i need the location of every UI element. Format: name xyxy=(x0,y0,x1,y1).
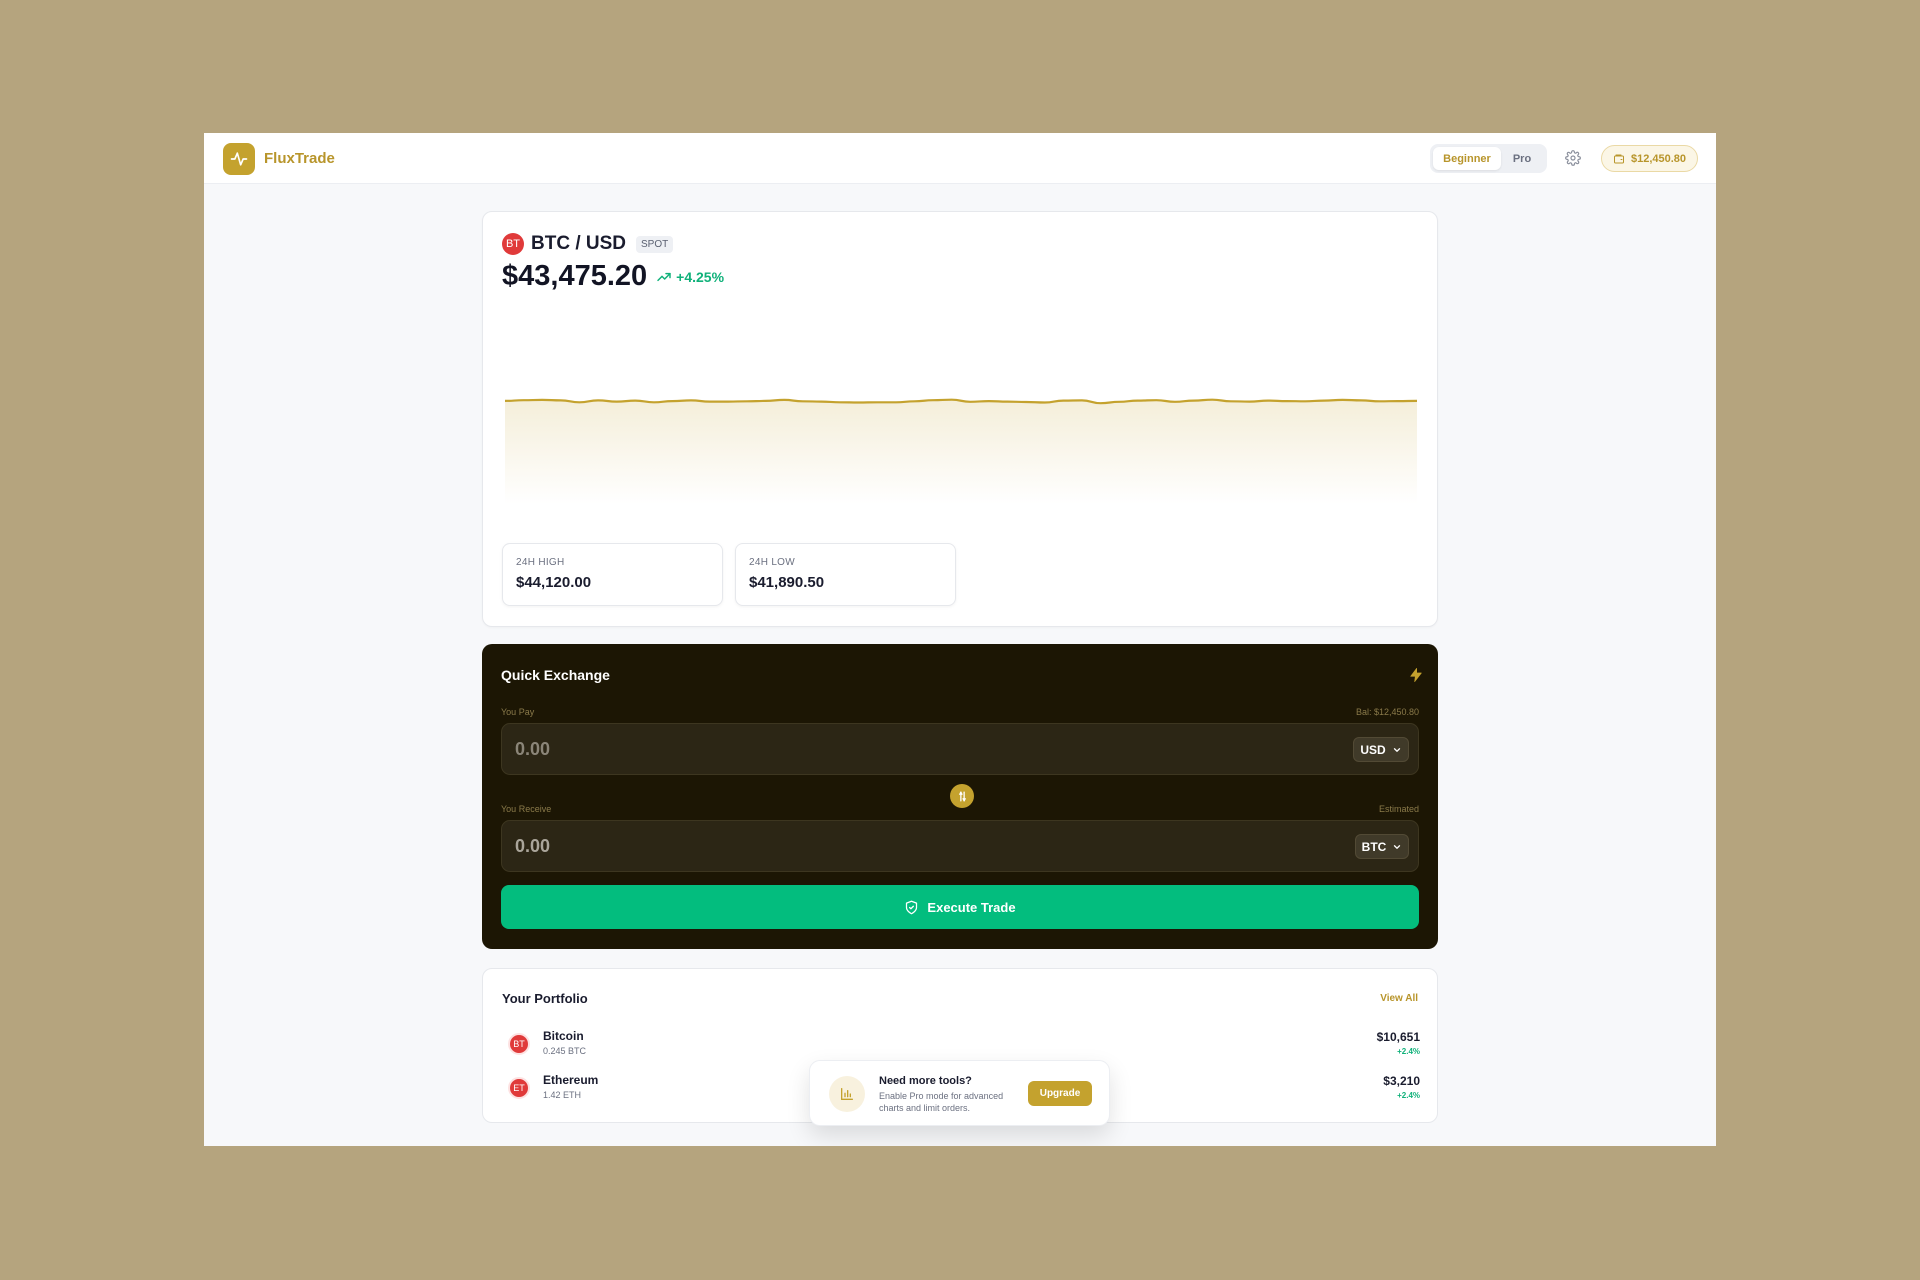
bar-chart-icon xyxy=(841,1088,853,1100)
brand-name: FluxTrade xyxy=(264,150,335,167)
current-price: $43,475.20 xyxy=(502,260,648,292)
upgrade-toast: Need more tools? Enable Pro mode for adv… xyxy=(809,1060,1110,1126)
asset-change: +2.4% xyxy=(1397,1047,1420,1056)
asset-name: Bitcoin xyxy=(543,1029,584,1043)
24h-high-card: 24H HIGH $44,120.00 xyxy=(502,543,723,606)
swap-arrows-icon xyxy=(958,791,966,801)
price-area xyxy=(505,399,1417,504)
24h-low-label: 24H LOW xyxy=(749,557,796,568)
eth-coin-icon: ET xyxy=(508,1077,530,1099)
exchange-title: Quick Exchange xyxy=(501,667,610,683)
btc-coin-icon: BT xyxy=(502,233,524,255)
estimated-note: Estimated xyxy=(1378,804,1419,814)
toast-icon-wrap xyxy=(829,1076,865,1112)
mode-beginner-button[interactable]: Beginner xyxy=(1433,147,1501,170)
balance-note: Bal: $12,450.80 xyxy=(1355,707,1419,717)
24h-low-card: 24H LOW $41,890.50 xyxy=(735,543,956,606)
view-all-link[interactable]: View All xyxy=(1380,993,1418,1004)
gear-icon[interactable] xyxy=(1565,150,1581,166)
portfolio-title: Your Portfolio xyxy=(502,991,588,1006)
shield-check-icon xyxy=(906,900,918,914)
pair-header: BT BTC / USD SPOT xyxy=(502,233,674,255)
top-header: FluxTrade Beginner Pro $12,450.80 xyxy=(204,133,1716,184)
24h-high-value: $44,120.00 xyxy=(516,574,592,591)
quick-exchange-panel: Quick Exchange You Pay Bal: $12,450.80 0… xyxy=(482,644,1438,949)
logo[interactable] xyxy=(223,143,255,175)
execute-trade-button[interactable]: Execute Trade xyxy=(501,885,1419,929)
24h-low-value: $41,890.50 xyxy=(749,574,825,591)
receive-amount-value: 0.00 xyxy=(515,836,551,856)
asset-value: $3,210 xyxy=(1383,1074,1420,1088)
chevron-down-icon xyxy=(1393,747,1400,752)
chevron-down-icon xyxy=(1394,844,1401,849)
swap-button[interactable] xyxy=(950,784,974,808)
toast-title: Need more tools? xyxy=(879,1075,972,1087)
mode-pro-button[interactable]: Pro xyxy=(1501,147,1543,170)
receive-currency-label: BTC xyxy=(1361,839,1387,854)
pay-currency-select[interactable]: USD xyxy=(1353,737,1409,762)
price-row: $43,475.20 +4.25% xyxy=(502,260,724,293)
portfolio-row-bitcoin[interactable]: BT Bitcoin 0.245 BTC $10,651 +2.4% xyxy=(502,1027,1420,1061)
asset-name: Ethereum xyxy=(543,1073,599,1087)
pay-amount-value: 0.00 xyxy=(515,739,551,759)
lightning-icon xyxy=(1410,668,1422,682)
toast-description: Enable Pro mode for advanced charts and … xyxy=(879,1091,1004,1113)
pay-label: You Pay xyxy=(501,707,535,717)
receive-label: You Receive xyxy=(501,804,552,814)
execute-trade-label: Execute Trade xyxy=(927,899,1016,915)
activity-icon xyxy=(230,152,248,166)
asset-change: +2.4% xyxy=(1397,1091,1420,1100)
app-window: FluxTrade Beginner Pro $12,450.80 BT BTC… xyxy=(204,133,1716,1146)
market-type-badge: SPOT xyxy=(636,235,674,253)
mode-toggle: Beginner Pro xyxy=(1430,144,1547,173)
wallet-balance-button[interactable]: $12,450.80 xyxy=(1601,145,1698,172)
pay-currency-label: USD xyxy=(1360,742,1386,757)
price-change-value: +4.25% xyxy=(676,268,725,285)
wallet-balance: $12,450.80 xyxy=(1630,152,1687,165)
upgrade-button[interactable]: Upgrade xyxy=(1028,1081,1092,1106)
wallet-icon xyxy=(1613,154,1624,163)
asset-amount: 1.42 ETH xyxy=(543,1090,582,1100)
price-chart[interactable] xyxy=(505,364,1417,504)
receive-currency-select[interactable]: BTC xyxy=(1355,834,1409,859)
asset-amount: 0.245 BTC xyxy=(543,1046,587,1056)
24h-high-label: 24H HIGH xyxy=(516,557,565,568)
price-change: +4.25% xyxy=(656,269,724,285)
pay-amount-field[interactable]: 0.00 USD xyxy=(501,723,1419,775)
price-card: BT BTC / USD SPOT $43,475.20 +4.25% 24H … xyxy=(482,211,1438,627)
trending-up-icon xyxy=(657,272,671,281)
receive-amount-field[interactable]: 0.00 BTC xyxy=(501,820,1419,872)
asset-value: $10,651 xyxy=(1376,1030,1420,1044)
btc-coin-icon: BT xyxy=(508,1033,530,1055)
pair-name: BTC / USD xyxy=(531,233,626,254)
